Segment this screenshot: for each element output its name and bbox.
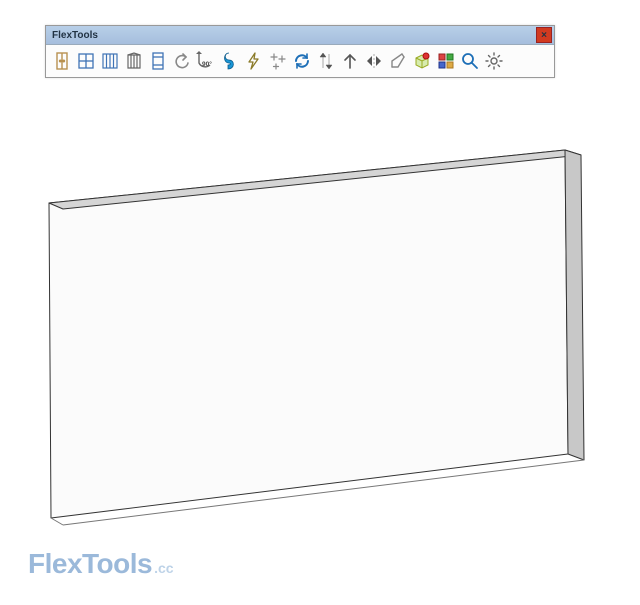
settings-tool[interactable] (482, 49, 506, 73)
mirror-tool[interactable] (362, 49, 386, 73)
refresh-tool[interactable] (290, 49, 314, 73)
viewport-3d[interactable] (0, 0, 640, 600)
watermark-logo: FlexTools.cc (28, 548, 174, 580)
watermark-suffix: .cc (154, 560, 173, 576)
toolbar-row: 90° (46, 45, 554, 77)
arrow-up-tool[interactable] (338, 49, 362, 73)
lightning-tool[interactable] (242, 49, 266, 73)
window-tool[interactable] (74, 49, 98, 73)
edit-tool[interactable] (386, 49, 410, 73)
svg-text:90°: 90° (202, 60, 212, 68)
super-tool[interactable] (218, 49, 242, 73)
toolbar-titlebar[interactable]: FlexTools × (46, 26, 554, 45)
divider-tool[interactable] (98, 49, 122, 73)
toolbar-title: FlexTools (52, 30, 98, 41)
door-tool[interactable] (50, 49, 74, 73)
up-down-tool[interactable] (314, 49, 338, 73)
wedge-tool[interactable] (122, 49, 146, 73)
zoom-tool[interactable] (458, 49, 482, 73)
panel-tool[interactable] (146, 49, 170, 73)
palette-tool[interactable] (434, 49, 458, 73)
close-icon[interactable]: × (536, 27, 552, 43)
rotate90-tool[interactable]: 90° (194, 49, 218, 73)
sparkle-tool[interactable] (266, 49, 290, 73)
watermark-brand: FlexTools (28, 548, 152, 579)
cube-tool[interactable] (410, 49, 434, 73)
wall-object (0, 0, 640, 600)
undo-tool[interactable] (170, 49, 194, 73)
flextools-toolbar-window: FlexTools × 90° (45, 25, 555, 78)
